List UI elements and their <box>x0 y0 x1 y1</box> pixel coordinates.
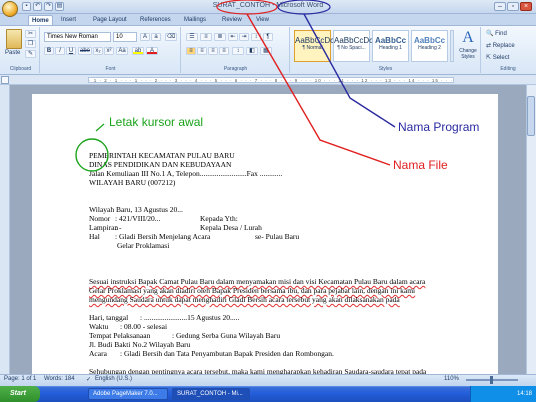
proofing-icon[interactable]: ✓ <box>86 376 91 383</box>
title-app-highlight <box>277 0 331 15</box>
status-words[interactable]: Words: 184 <box>44 376 75 382</box>
zoom-slider-thumb[interactable] <box>490 376 493 384</box>
annotation-cursor: Letak kursor awal <box>109 115 204 129</box>
annotation-file: Nama File <box>393 158 448 172</box>
program-pointer-line <box>303 13 396 128</box>
clock: 14:18 <box>516 391 532 397</box>
status-language[interactable]: English (U.S.) <box>95 376 132 382</box>
status-page[interactable]: Page: 1 of 1 <box>4 376 36 382</box>
taskbar <box>0 386 536 402</box>
task-pagemaker[interactable]: Adobe PageMaker 7.0... <box>88 388 168 400</box>
annotation-program: Nama Program <box>398 120 480 134</box>
cursor-circle <box>75 138 109 172</box>
start-button[interactable]: Start <box>0 386 40 402</box>
file-pointer-line <box>246 13 391 166</box>
zoom-level[interactable]: 110% <box>444 376 459 382</box>
cursor-pointer-line <box>95 123 105 132</box>
title-doc-highlight <box>216 0 278 15</box>
annotation-overlay <box>75 0 396 172</box>
task-word[interactable]: SURAT_CONTOH - Mi... <box>172 388 250 400</box>
system-tray: 14:18 <box>470 386 536 402</box>
office-button[interactable] <box>2 1 18 17</box>
